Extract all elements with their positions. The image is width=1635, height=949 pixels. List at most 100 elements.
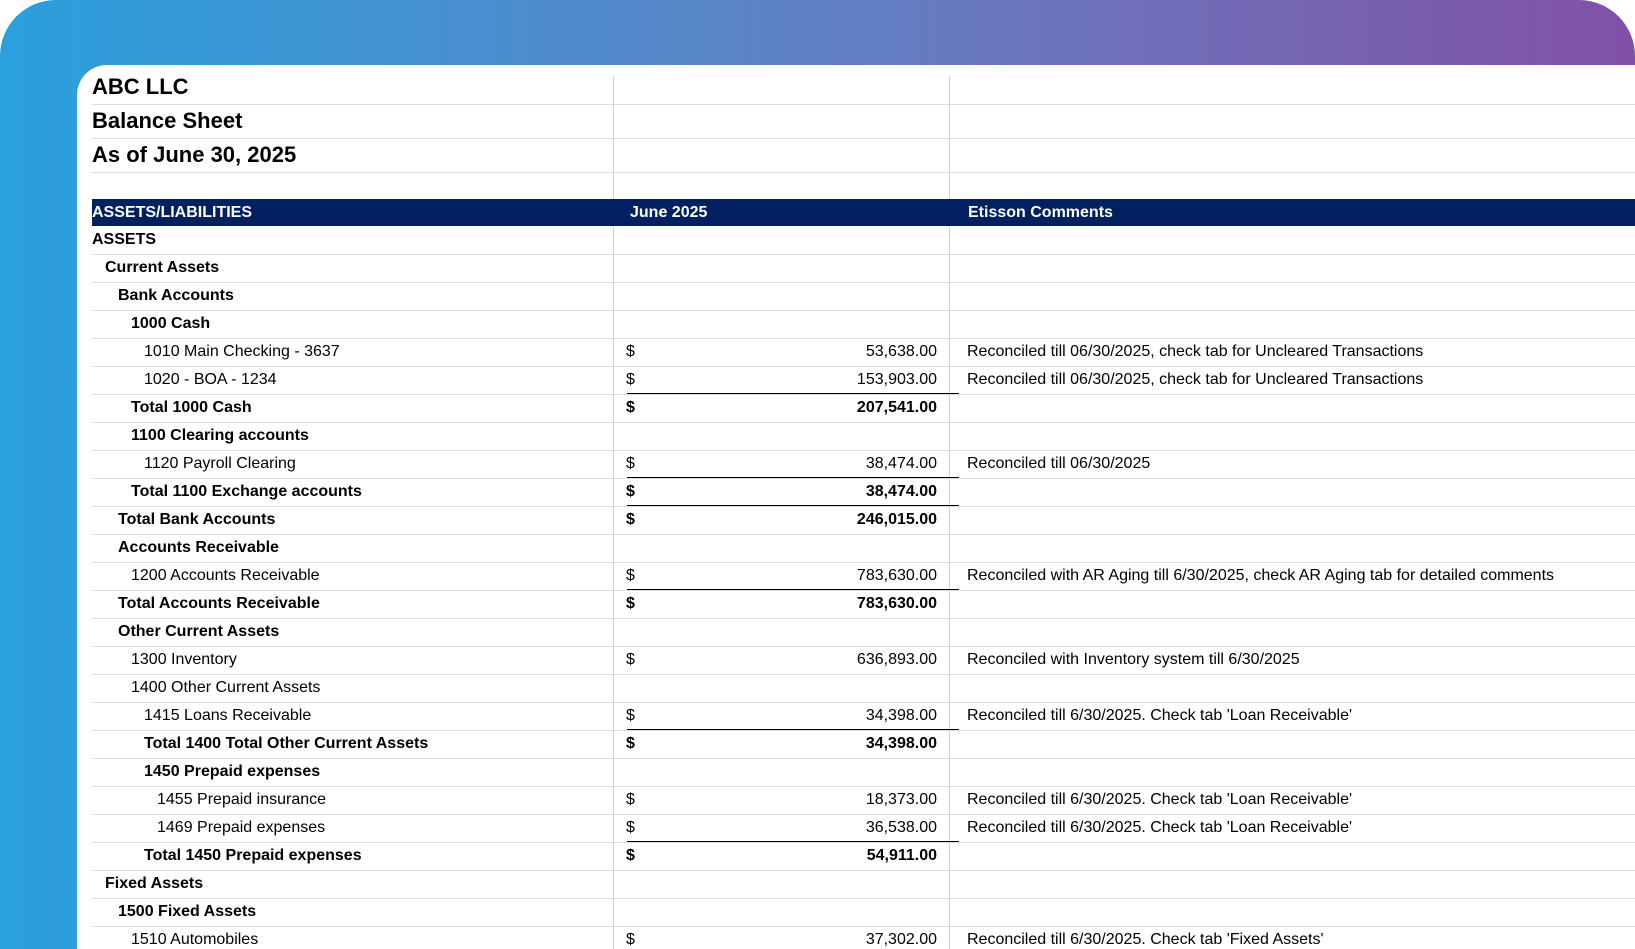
account-label: 1000 Cash xyxy=(131,315,211,332)
table-row[interactable]: Other Current Assets xyxy=(92,618,1635,647)
account-label: 1010 Main Checking - 3637 xyxy=(144,343,340,360)
comment-cell: Reconciled with Inventory system till 6/… xyxy=(967,651,1300,668)
table-row[interactable]: Total 1000 Cash $207,541.00 xyxy=(92,393,1635,423)
table-row[interactable]: Total Accounts Receivable $783,630.00 xyxy=(92,589,1635,619)
account-label: Fixed Assets xyxy=(105,875,204,892)
amount-cell: 36,538.00 xyxy=(865,819,937,836)
header-period: June 2025 xyxy=(630,204,708,221)
comment-cell: Reconciled till 6/30/2025. Check tab 'Lo… xyxy=(967,791,1353,808)
total-rule xyxy=(627,589,959,590)
table-row[interactable]: ASSETS xyxy=(92,226,1635,255)
account-label: 1100 Clearing accounts xyxy=(131,427,309,444)
table-row[interactable]: Total 1400 Total Other Current Assets $34… xyxy=(92,729,1635,759)
currency-symbol: $ xyxy=(626,595,635,612)
table-row[interactable]: 1469 Prepaid expenses $36,538.00 Reconcile… xyxy=(92,814,1635,843)
currency-symbol: $ xyxy=(626,399,635,416)
total-rule xyxy=(627,477,959,478)
table-row[interactable]: 1200 Accounts Receivable $783,630.00 Recon… xyxy=(92,562,1635,591)
amount-cell: 38,474.00 xyxy=(865,483,937,500)
currency-symbol: $ xyxy=(626,511,635,528)
table-row[interactable]: Total Bank Accounts $246,015.00 xyxy=(92,505,1635,535)
account-label: 1400 Other Current Assets xyxy=(131,679,321,696)
account-label: 1300 Inventory xyxy=(131,651,237,668)
comment-cell: Reconciled till 06/30/2025 xyxy=(967,455,1151,472)
account-label: ASSETS xyxy=(92,231,157,248)
currency-symbol: $ xyxy=(626,371,635,388)
currency-symbol: $ xyxy=(626,931,635,948)
currency-symbol: $ xyxy=(626,455,635,472)
comment-cell: Reconciled till 6/30/2025. Check tab 'Lo… xyxy=(967,707,1353,724)
currency-symbol: $ xyxy=(626,735,635,752)
account-label: Current Assets xyxy=(105,259,220,276)
account-label: 1120 Payroll Clearing xyxy=(144,455,296,472)
table-row[interactable]: 1400 Other Current Assets xyxy=(92,674,1635,703)
table-row[interactable]: 1415 Loans Receivable $34,398.00 Reconcile… xyxy=(92,702,1635,731)
title-row: As of June 30, 2025 xyxy=(92,138,1635,173)
amount-cell: 34,398.00 xyxy=(865,707,937,724)
table-row[interactable]: 1000 Cash xyxy=(92,310,1635,339)
table-row[interactable]: 1510 Automobiles $37,302.00 Reconciled til… xyxy=(92,926,1635,949)
table-row[interactable]: Total 1450 Prepaid expenses $54,911.00 xyxy=(92,841,1635,871)
account-label: 1510 Automobiles xyxy=(131,931,259,948)
spreadsheet: ABC LLC Balance Sheet As of June 30, 202… xyxy=(77,65,1635,949)
table-row[interactable]: Total 1100 Exchange accounts $38,474.00 xyxy=(92,477,1635,507)
account-label: Total 1100 Exchange accounts xyxy=(131,483,362,500)
account-label: Total Bank Accounts xyxy=(118,511,276,528)
table-row[interactable]: Bank Accounts xyxy=(92,282,1635,311)
currency-symbol: $ xyxy=(626,707,635,724)
table-row[interactable]: 1300 Inventory $636,893.00 Reconciled with… xyxy=(92,646,1635,675)
comment-cell: Reconciled till 06/30/2025, check tab fo… xyxy=(967,343,1424,360)
amount-cell: 636,893.00 xyxy=(856,651,937,668)
report-title: Balance Sheet xyxy=(92,108,243,133)
comment-cell: Reconciled till 6/30/2025. Check tab 'Lo… xyxy=(967,819,1353,836)
amount-cell: 207,541.00 xyxy=(856,399,937,416)
currency-symbol: $ xyxy=(626,483,635,500)
account-label: 1455 Prepaid insurance xyxy=(157,791,327,808)
amount-cell: 246,015.00 xyxy=(856,511,937,528)
account-label: Total Accounts Receivable xyxy=(118,595,320,612)
total-rule xyxy=(627,505,959,506)
header-accounts: ASSETS/LIABILITIES xyxy=(92,204,253,221)
table-row[interactable]: 1455 Prepaid insurance $18,373.00 Reconcil… xyxy=(92,786,1635,815)
amount-cell: 34,398.00 xyxy=(865,735,937,752)
title-row: ABC LLC xyxy=(92,70,1635,105)
account-label: Total 1000 Cash xyxy=(131,399,252,416)
table-row[interactable]: 1100 Clearing accounts xyxy=(92,422,1635,451)
account-label: 1500 Fixed Assets xyxy=(118,903,257,920)
account-label: 1469 Prepaid expenses xyxy=(157,819,326,836)
title-row: Balance Sheet xyxy=(92,104,1635,139)
amount-cell: 783,630.00 xyxy=(856,567,937,584)
amount-cell: 38,474.00 xyxy=(865,455,937,472)
amount-cell: 153,903.00 xyxy=(856,371,937,388)
account-label: Other Current Assets xyxy=(118,623,280,640)
account-label: Total 1400 Total Other Current Assets xyxy=(144,735,429,752)
amount-cell: 37,302.00 xyxy=(865,931,937,948)
account-label: 1020 - BOA - 1234 xyxy=(144,371,277,388)
table-row[interactable]: 1120 Payroll Clearing $38,474.00 Reconcile… xyxy=(92,450,1635,479)
table-row[interactable]: Fixed Assets xyxy=(92,870,1635,899)
table-row[interactable]: Accounts Receivable xyxy=(92,534,1635,563)
account-label: Accounts Receivable xyxy=(118,539,279,556)
comment-cell: Reconciled till 06/30/2025, check tab fo… xyxy=(967,371,1424,388)
account-label: Bank Accounts xyxy=(118,287,234,304)
table-row[interactable]: 1020 - BOA - 1234 $153,903.00 Reconciled t… xyxy=(92,366,1635,395)
currency-symbol: $ xyxy=(626,343,635,360)
total-rule xyxy=(627,729,959,730)
table-row[interactable]: 1010 Main Checking - 3637 $53,638.00 Recon… xyxy=(92,338,1635,367)
currency-symbol: $ xyxy=(626,819,635,836)
report-date: As of June 30, 2025 xyxy=(92,142,297,167)
table-row[interactable]: 1500 Fixed Assets xyxy=(92,898,1635,927)
account-label: 1415 Loans Receivable xyxy=(144,707,312,724)
account-label: 1200 Accounts Receivable xyxy=(131,567,320,584)
table-row[interactable]: 1450 Prepaid expenses xyxy=(92,758,1635,787)
total-rule xyxy=(627,393,959,394)
header-comments: Etisson Comments xyxy=(968,204,1113,221)
account-label: Total 1450 Prepaid expenses xyxy=(144,847,362,864)
currency-symbol: $ xyxy=(626,791,635,808)
company-name: ABC LLC xyxy=(92,74,189,99)
amount-cell: 53,638.00 xyxy=(865,343,937,360)
currency-symbol: $ xyxy=(626,651,635,668)
table-row[interactable]: Current Assets xyxy=(92,254,1635,283)
table-header: ASSETS/LIABILITIES June 2025 Etisson Com… xyxy=(92,199,1635,226)
account-label: 1450 Prepaid expenses xyxy=(144,763,321,780)
